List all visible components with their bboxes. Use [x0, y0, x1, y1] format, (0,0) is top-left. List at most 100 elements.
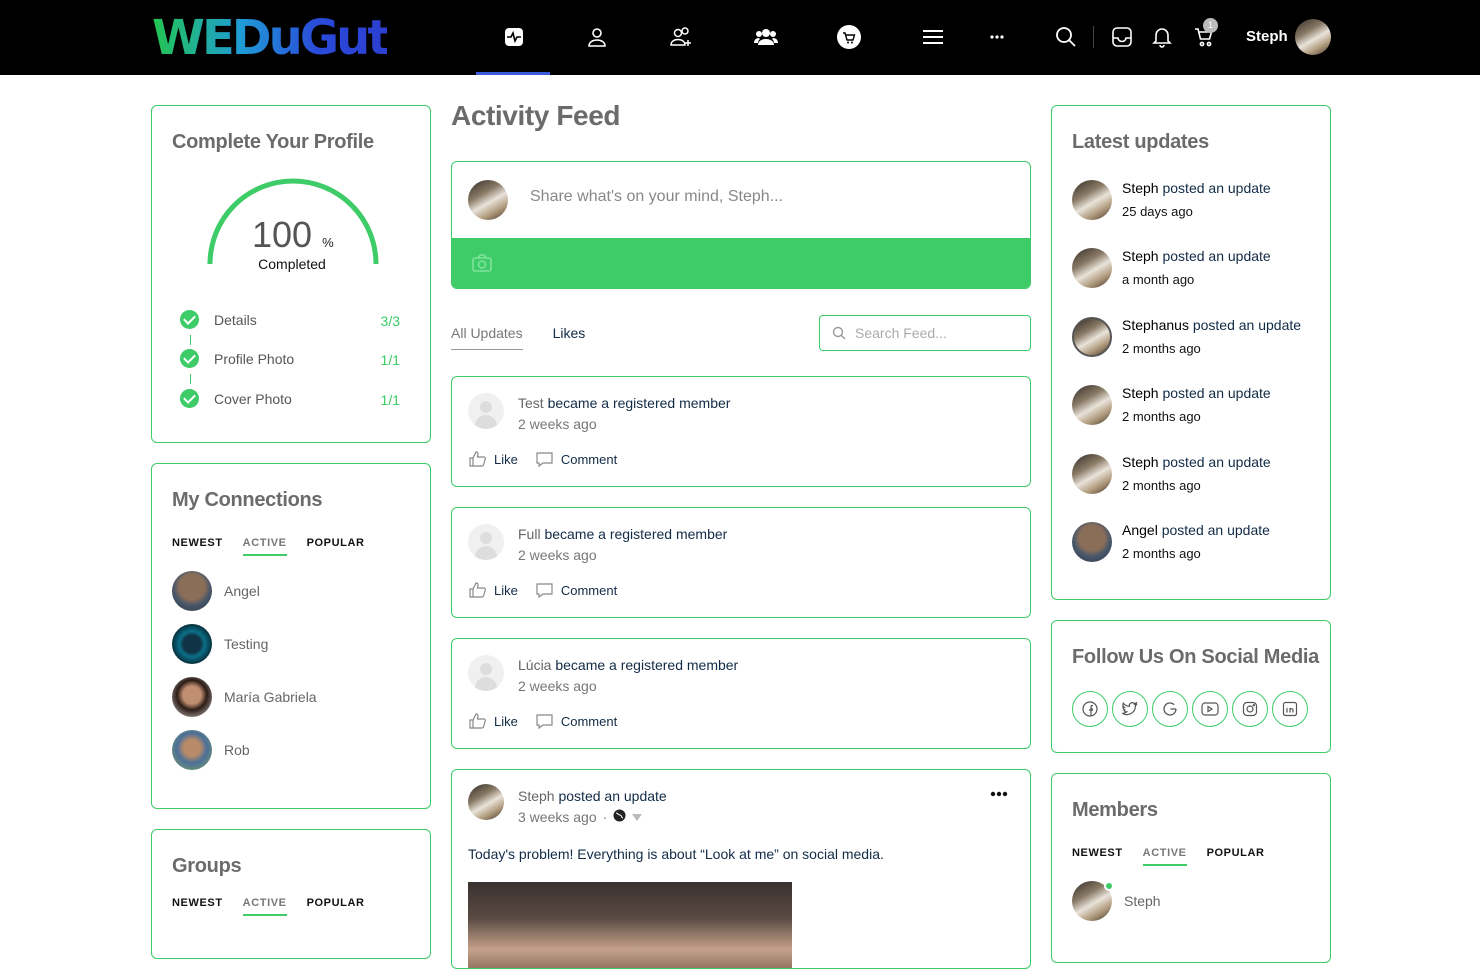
activity-user[interactable]: Full [518, 526, 541, 542]
twitter-icon[interactable] [1112, 691, 1148, 727]
active-nav-indicator [476, 72, 550, 75]
connection-item[interactable]: María Gabriela [172, 677, 317, 717]
post-options-icon[interactable] [990, 784, 1008, 802]
friends-icon[interactable] [666, 22, 696, 52]
profile-percent: 100 % [252, 214, 334, 255]
activity-icon[interactable] [499, 22, 529, 52]
tab-likes[interactable]: Likes [553, 325, 586, 350]
like-button[interactable]: Like [469, 582, 518, 598]
tab-popular[interactable]: POPULAR [1207, 847, 1265, 866]
comment-button[interactable]: Comment [536, 713, 617, 729]
like-button[interactable]: Like [469, 713, 518, 729]
linkedin-icon[interactable] [1272, 691, 1308, 727]
inbox-icon[interactable] [1107, 22, 1137, 52]
activity-time: 2 weeks ago [518, 547, 597, 563]
social-media-widget: Follow Us On Social Media [1051, 620, 1331, 753]
check-icon [180, 389, 199, 408]
comment-button[interactable]: Comment [536, 451, 617, 467]
activity-text: Full became a registered member [518, 526, 727, 542]
groups-widget: Groups NEWEST ACTIVE POPULAR [151, 829, 431, 959]
search-feed-input[interactable] [855, 325, 1020, 341]
composer-input[interactable] [530, 188, 990, 206]
post-image[interactable] [468, 882, 792, 968]
tab-active[interactable]: ACTIVE [242, 537, 287, 556]
update-text: Steph posted an update [1122, 248, 1271, 264]
step-value: 3/3 [380, 313, 400, 329]
caret-down-icon[interactable] [632, 809, 643, 825]
menu-icon[interactable] [918, 22, 948, 52]
tab-active[interactable]: ACTIVE [242, 897, 287, 916]
connections-widget: My Connections NEWEST ACTIVE POPULAR Ang… [151, 463, 431, 809]
update-time: 2 months ago [1122, 409, 1201, 424]
check-icon [180, 349, 199, 368]
activity-item: Test became a registered member 2 weeks … [451, 376, 1031, 487]
tab-newest[interactable]: NEWEST [1072, 847, 1123, 866]
avatar [172, 677, 212, 717]
connection-item[interactable]: Testing [172, 624, 268, 664]
thumbs-up-icon [469, 582, 486, 598]
step-label: Cover Photo [214, 391, 292, 407]
thumbs-up-icon [469, 451, 486, 467]
connection-item[interactable]: Angel [172, 571, 260, 611]
tab-active[interactable]: ACTIVE [1142, 847, 1187, 866]
widget-title: Latest updates [1072, 131, 1209, 153]
profile-icon[interactable] [582, 22, 612, 52]
members-tabs: NEWEST ACTIVE POPULAR [1072, 847, 1265, 866]
activity-item: Lúcia became a registered member 2 weeks… [451, 638, 1031, 749]
like-label: Like [494, 713, 518, 729]
comment-button[interactable]: Comment [536, 582, 617, 598]
update-text: Stephanus posted an update [1122, 317, 1302, 333]
like-button[interactable]: Like [469, 451, 518, 467]
activity-user[interactable]: Test [518, 395, 544, 411]
activity-actions: Like Comment [469, 451, 635, 467]
current-user-avatar[interactable] [1295, 19, 1331, 55]
site-logo[interactable]: WEDuGut [152, 10, 390, 66]
tab-popular[interactable]: POPULAR [307, 897, 365, 916]
member-item[interactable]: Steph [1072, 881, 1161, 921]
instagram-icon[interactable] [1232, 691, 1268, 727]
composer-toolbar [452, 238, 1030, 288]
comment-icon [536, 452, 553, 467]
tab-all-updates[interactable]: All Updates [451, 325, 523, 350]
avatar [468, 180, 508, 220]
avatar [1072, 881, 1114, 921]
completed-label: Completed [258, 256, 326, 272]
activity-user[interactable]: Lúcia [518, 657, 551, 673]
activity-action: became a registered member [551, 657, 739, 673]
thumbs-up-icon [469, 713, 486, 729]
complete-profile-widget: Complete Your Profile 100 % Completed De… [151, 105, 431, 443]
comment-icon [536, 583, 553, 598]
groups-icon[interactable] [751, 22, 781, 52]
globe-icon[interactable] [613, 809, 626, 825]
update-text: Steph posted an update [1122, 385, 1271, 401]
like-label: Like [494, 451, 518, 467]
avatar[interactable] [468, 784, 504, 820]
post-text: Today's problem! Everything is about “Lo… [468, 846, 884, 862]
like-label: Like [494, 582, 518, 598]
camera-icon[interactable] [472, 254, 492, 277]
google-icon[interactable] [1152, 691, 1188, 727]
current-user-name[interactable]: Steph [1246, 28, 1288, 45]
activity-item: Full became a registered member 2 weeks … [451, 507, 1031, 618]
comment-label: Comment [560, 451, 618, 467]
activity-user[interactable]: Steph [518, 788, 555, 804]
activity-meta: 3 weeks ago · [518, 809, 643, 825]
more-icon[interactable] [982, 22, 1012, 52]
bell-icon[interactable] [1147, 22, 1177, 52]
tab-newest[interactable]: NEWEST [172, 897, 223, 916]
tab-newest[interactable]: NEWEST [172, 537, 223, 556]
latest-updates-widget: Latest updates Steph posted an update 25… [1051, 105, 1331, 600]
connection-item[interactable]: Rob [172, 730, 250, 770]
step-label: Details [214, 312, 257, 328]
search-icon[interactable] [1051, 22, 1081, 52]
tab-popular[interactable]: POPULAR [307, 537, 365, 556]
step-connector [190, 335, 191, 345]
comment-label: Comment [560, 582, 618, 598]
activity-time: 3 weeks ago [518, 809, 597, 825]
avatar [1072, 317, 1112, 357]
member-name: Angel [224, 583, 260, 599]
avatar [1072, 454, 1112, 494]
facebook-icon[interactable] [1072, 691, 1108, 727]
youtube-icon[interactable] [1192, 691, 1228, 727]
shop-icon[interactable] [834, 22, 864, 52]
